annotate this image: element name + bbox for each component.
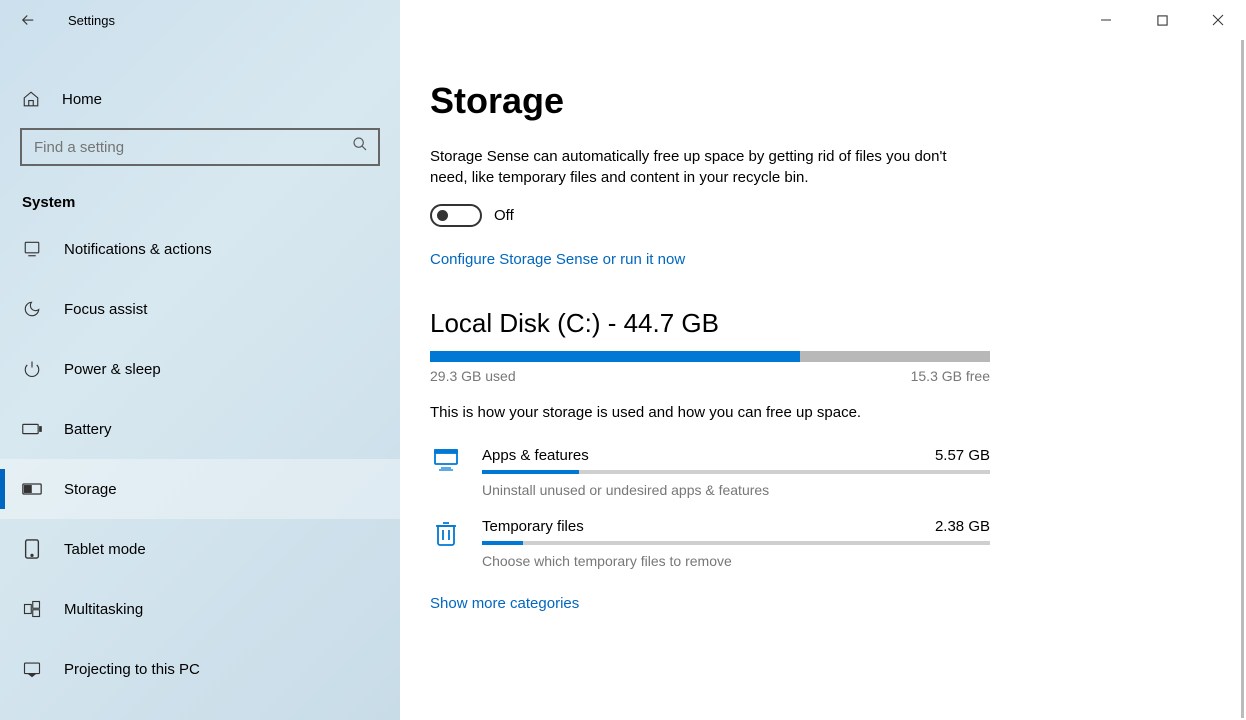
sidebar-item-label: Power & sleep bbox=[64, 361, 161, 378]
titlebar-left: Settings bbox=[0, 0, 400, 40]
close-icon bbox=[1212, 14, 1224, 26]
disk-free-label: 15.3 GB free bbox=[911, 368, 990, 384]
storage-sense-description: Storage Sense can automatically free up … bbox=[430, 146, 950, 188]
tablet-icon bbox=[22, 539, 42, 559]
category-apps-features[interactable]: Apps & features 5.57 GB Uninstall unused o… bbox=[430, 437, 990, 508]
sidebar-item-projecting-to-this-pc[interactable]: Projecting to this PC bbox=[0, 639, 400, 699]
category-name: Apps & features bbox=[482, 447, 589, 464]
power-icon bbox=[22, 360, 42, 378]
disk-title: Local Disk (C:) - 44.7 GB bbox=[430, 308, 1186, 339]
nav-list: Notifications & actions Focus assist Power… bbox=[0, 219, 400, 720]
category-bar bbox=[482, 470, 990, 474]
sidebar-item-label: Battery bbox=[64, 421, 112, 438]
apps-icon bbox=[430, 447, 462, 498]
sidebar-item-notifications-actions[interactable]: Notifications & actions bbox=[0, 219, 400, 279]
toggle-state-label: Off bbox=[494, 207, 514, 224]
window-controls bbox=[400, 0, 1246, 40]
sidebar-item-label: Focus assist bbox=[64, 301, 147, 318]
storage-sense-toggle[interactable] bbox=[430, 204, 482, 227]
category-header: Apps & features 5.57 GB bbox=[482, 447, 990, 464]
storage-sense-toggle-row: Off bbox=[430, 204, 1186, 227]
category-size: 5.57 GB bbox=[935, 447, 990, 464]
category-header: Temporary files 2.38 GB bbox=[482, 518, 990, 535]
sidebar-item-label: Multitasking bbox=[64, 601, 143, 618]
disk-used-label: 29.3 GB used bbox=[430, 368, 516, 384]
multitask-icon bbox=[22, 600, 42, 618]
configure-storage-sense-link[interactable]: Configure Storage Sense or run it now bbox=[430, 251, 685, 268]
category-size: 2.38 GB bbox=[935, 518, 990, 535]
category-subtitle: Uninstall unused or undesired apps & fea… bbox=[482, 482, 990, 498]
category-bar-fill bbox=[482, 470, 579, 474]
sidebar-item-label: Tablet mode bbox=[64, 541, 146, 558]
home-label: Home bbox=[62, 91, 102, 108]
sidebar-item-label: Projecting to this PC bbox=[64, 661, 200, 678]
category-name: Temporary files bbox=[482, 518, 584, 535]
minimize-icon bbox=[1100, 14, 1112, 26]
search-input[interactable] bbox=[20, 128, 380, 166]
moon-icon bbox=[22, 300, 42, 318]
page-title: Storage bbox=[430, 80, 1186, 122]
sidebar-item-storage[interactable]: Storage bbox=[0, 459, 400, 519]
sidebar-item-tablet-mode[interactable]: Tablet mode bbox=[0, 519, 400, 579]
category-body: Temporary files 2.38 GB Choose which tempo… bbox=[482, 518, 990, 569]
content: Storage Storage Sense can automatically … bbox=[400, 40, 1246, 720]
scrollbar[interactable] bbox=[1241, 40, 1244, 718]
show-more-categories-link[interactable]: Show more categories bbox=[430, 595, 579, 612]
sidebar-item-battery[interactable]: Battery bbox=[0, 399, 400, 459]
drive-icon bbox=[22, 482, 42, 496]
sidebar-item-home[interactable]: Home bbox=[0, 80, 400, 118]
app-title: Settings bbox=[68, 13, 115, 28]
disk-usage-fill bbox=[430, 351, 800, 362]
category-bar-fill bbox=[482, 541, 523, 545]
sidebar-item-label: Notifications & actions bbox=[64, 241, 212, 258]
battery-icon bbox=[22, 422, 42, 436]
main: Storage Storage Sense can automatically … bbox=[400, 0, 1246, 720]
maximize-button[interactable] bbox=[1134, 0, 1190, 40]
sidebar: Settings Home System Notifications & act… bbox=[0, 0, 400, 720]
project-icon bbox=[22, 660, 42, 678]
minimize-button[interactable] bbox=[1078, 0, 1134, 40]
arrow-left-icon bbox=[19, 11, 37, 29]
category-temporary-files[interactable]: Temporary files 2.38 GB Choose which tempo… bbox=[430, 508, 990, 579]
disk-stats: 29.3 GB used 15.3 GB free bbox=[430, 368, 990, 384]
category-bar bbox=[482, 541, 990, 545]
category-body: Apps & features 5.57 GB Uninstall unused o… bbox=[482, 447, 990, 498]
group-label: System bbox=[0, 166, 400, 219]
trash-icon bbox=[430, 518, 462, 569]
sidebar-item-label: Storage bbox=[64, 481, 117, 498]
sidebar-item-multitasking[interactable]: Multitasking bbox=[0, 579, 400, 639]
category-subtitle: Choose which temporary files to remove bbox=[482, 553, 990, 569]
maximize-icon bbox=[1157, 15, 1168, 26]
toggle-knob bbox=[437, 210, 448, 221]
usage-description: This is how your storage is used and how… bbox=[430, 404, 1186, 421]
home-icon bbox=[22, 90, 40, 108]
monitor-icon bbox=[22, 240, 42, 258]
close-button[interactable] bbox=[1190, 0, 1246, 40]
disk-usage-bar bbox=[430, 351, 990, 362]
search-wrap bbox=[0, 118, 400, 166]
sidebar-item-focus-assist[interactable]: Focus assist bbox=[0, 279, 400, 339]
back-button[interactable] bbox=[18, 10, 38, 30]
sidebar-item-power-sleep[interactable]: Power & sleep bbox=[0, 339, 400, 399]
